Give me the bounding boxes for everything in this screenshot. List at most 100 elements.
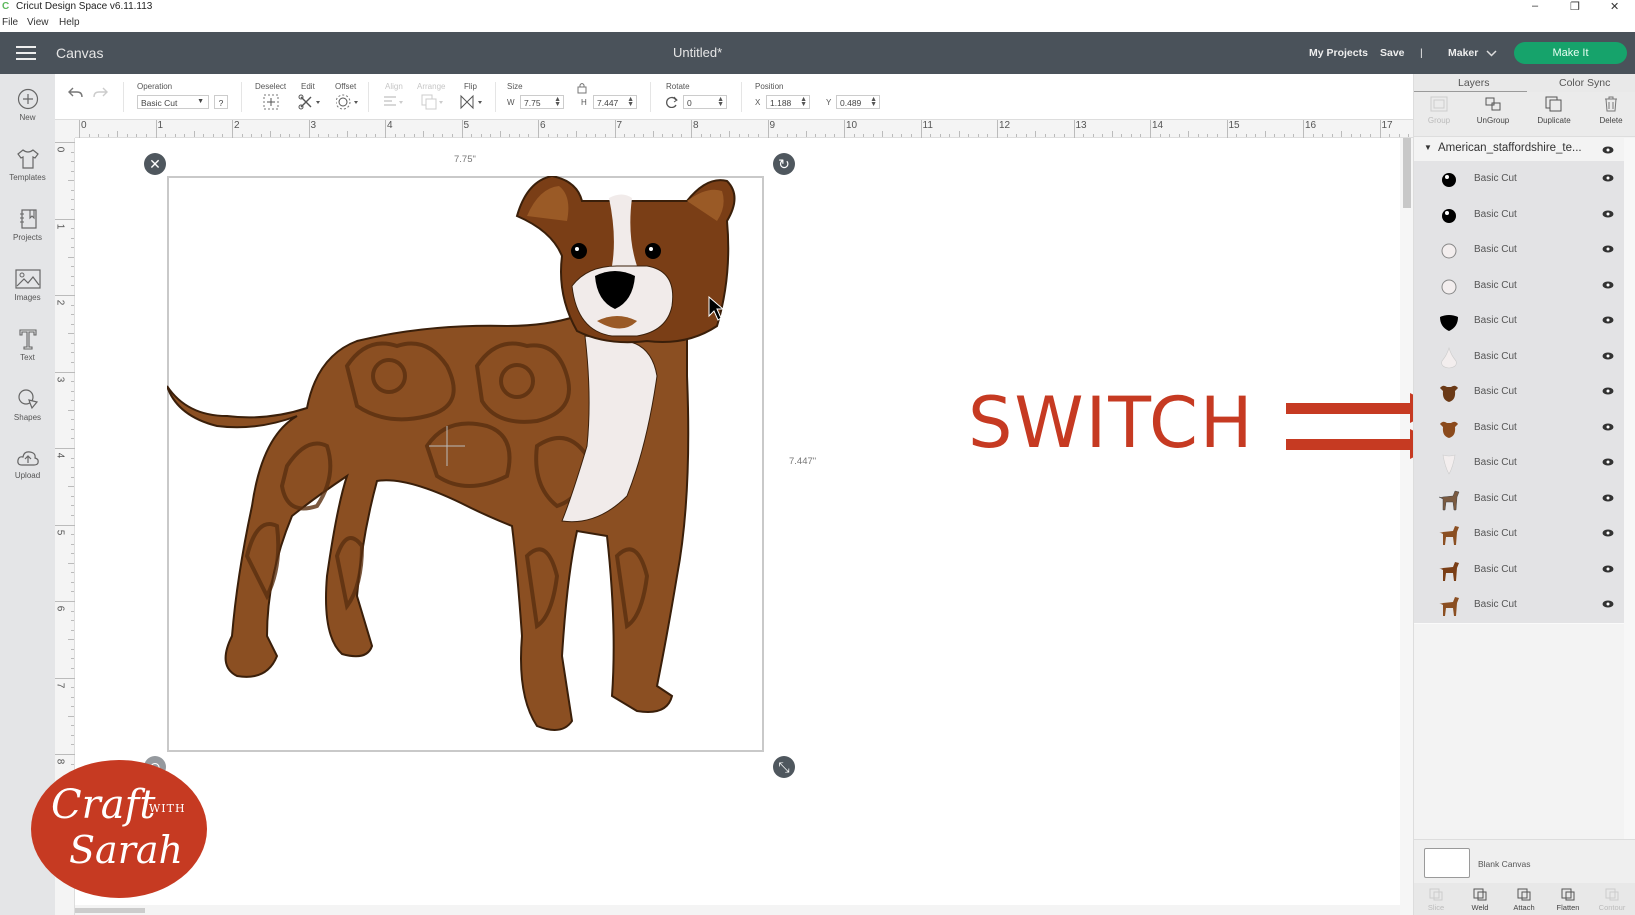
height-stepper[interactable]: ▲ ▼ [627,96,634,108]
eye-icon[interactable] [1602,146,1614,154]
sidebar-item-shapes[interactable]: Shapes [0,388,55,422]
blank-canvas-row[interactable]: Blank Canvas [1414,839,1635,883]
lock-icon[interactable] [577,82,587,94]
layers-scrollbar[interactable] [1624,138,1635,908]
layer-row[interactable]: Basic Cut [1414,480,1624,518]
ruler-minor-tick [1169,134,1171,137]
layer-group-row[interactable]: ▼ American_staffordshire_te... [1414,138,1624,161]
attach-button[interactable]: Attach [1502,887,1546,912]
collapse-caret-icon[interactable]: ▼ [1424,143,1432,152]
close-window-button[interactable]: ✕ [1610,0,1619,13]
ruler-tick [55,601,75,602]
offset-label: Offset [335,82,357,91]
weld-button[interactable]: Weld [1458,887,1502,912]
layer-row[interactable]: Basic Cut [1414,267,1624,305]
eye-icon[interactable] [1602,600,1614,608]
tab-color-sync[interactable]: Color Sync [1559,77,1610,89]
sidebar-item-images[interactable]: Images [0,268,55,302]
sidebar-item-upload[interactable]: Upload [0,448,55,480]
layer-row[interactable]: Basic Cut [1414,587,1624,624]
scrollbar-thumb[interactable] [1403,138,1411,208]
layer-row[interactable]: Basic Cut [1414,445,1624,482]
canvas-vertical-scrollbar[interactable] [1400,138,1413,915]
y-stepper[interactable]: ▲ ▼ [870,96,877,108]
eye-icon[interactable] [1602,565,1614,573]
group-button[interactable]: Group [1414,96,1464,125]
menu-file[interactable]: File [2,17,18,28]
make-it-button[interactable]: Make It [1514,42,1627,64]
hamburger-menu-icon[interactable] [16,46,36,60]
rotate-input[interactable]: 0 ▲ ▼ [683,95,727,109]
layer-row[interactable]: Basic Cut [1414,338,1624,376]
logo-line-3: Sarah [69,828,183,872]
save-button[interactable]: Save [1380,47,1405,59]
layer-row[interactable]: Basic Cut [1414,161,1624,198]
arrange-icon[interactable] [421,94,445,110]
eye-icon[interactable] [1602,281,1614,289]
layer-row[interactable]: Basic Cut [1414,232,1624,269]
eye-icon[interactable] [1602,210,1614,218]
contour-button[interactable]: Contour [1590,887,1634,912]
eye-icon[interactable] [1602,387,1614,395]
operation-select[interactable]: Basic Cut ▼ [137,95,209,109]
eye-icon[interactable] [1602,529,1614,537]
eye-icon[interactable] [1602,174,1614,182]
machine-select[interactable]: Maker [1448,47,1478,59]
layer-row[interactable]: Basic Cut [1414,551,1624,589]
x-stepper[interactable]: ▲ ▼ [800,96,807,108]
layer-row[interactable]: Basic Cut [1414,374,1624,411]
ungroup-button[interactable]: UnGroup [1468,96,1518,125]
flip-icon[interactable] [460,94,484,110]
undo-icon[interactable] [67,86,83,100]
rotate-stepper[interactable]: ▲ ▼ [717,96,724,108]
eye-icon[interactable] [1602,316,1614,324]
chevron-down-icon[interactable] [1486,50,1497,57]
eye-icon[interactable] [1602,423,1614,431]
restore-button[interactable]: ❐ [1570,0,1580,13]
layer-row[interactable]: Basic Cut [1414,409,1624,447]
duplicate-button[interactable]: Duplicate [1529,96,1579,125]
deselect-icon[interactable] [263,94,279,110]
redo-icon[interactable] [93,86,109,100]
sidebar-item-templates[interactable]: Templates [0,148,55,182]
canvas-horizontal-scrollbar[interactable] [75,905,1400,915]
scrollbar-thumb[interactable] [75,908,145,913]
layer-row[interactable]: Basic Cut [1414,196,1624,234]
offset-icon[interactable] [336,94,360,110]
minimize-button[interactable]: – [1532,0,1538,12]
top-nav: Canvas Untitled* My Projects Save | Make… [0,32,1635,74]
delete-button[interactable]: Delete [1586,96,1635,125]
layer-row[interactable]: Basic Cut [1414,303,1624,340]
eye-icon[interactable] [1602,494,1614,502]
menu-help[interactable]: Help [59,17,80,28]
height-value: 7.447 [597,98,619,108]
dog-design[interactable] [167,176,764,752]
sidebar-item-text[interactable]: Text [0,328,55,362]
slice-button[interactable]: Slice [1414,887,1458,912]
ruler-minor-tick [1016,134,1018,137]
height-input[interactable]: 7.447 ▲ ▼ [593,95,637,109]
eye-icon[interactable] [1602,352,1614,360]
ruler-minor-tick [777,134,779,137]
my-projects-link[interactable]: My Projects [1309,47,1368,59]
width-stepper[interactable]: ▲ ▼ [554,96,561,108]
menu-view[interactable]: View [27,17,49,28]
y-position-input[interactable]: 0.489 ▲ ▼ [836,95,880,109]
operation-help-button[interactable]: ? [214,95,228,109]
layer-row[interactable]: Basic Cut [1414,516,1624,553]
width-input[interactable]: 7.75 ▲ ▼ [520,95,564,109]
rotate-handle[interactable]: ↻ [773,153,795,175]
delete-handle[interactable]: ✕ [144,153,166,175]
resize-handle[interactable]: ⤡ [773,756,795,778]
tab-layers[interactable]: Layers [1458,77,1490,89]
layer-actions: Group UnGroup Duplicate Delete [1414,92,1635,137]
edit-scissors-icon[interactable] [298,94,322,110]
x-position-input[interactable]: 1.188 ▲ ▼ [766,95,810,109]
align-icon[interactable] [383,95,405,109]
sidebar-item-projects[interactable]: Projects [0,208,55,242]
eye-icon[interactable] [1602,245,1614,253]
eye-icon[interactable] [1602,458,1614,466]
sidebar-item-new[interactable]: New [0,88,55,122]
blank-canvas-thumbnail[interactable] [1424,848,1470,878]
flatten-button[interactable]: Flatten [1546,887,1590,912]
